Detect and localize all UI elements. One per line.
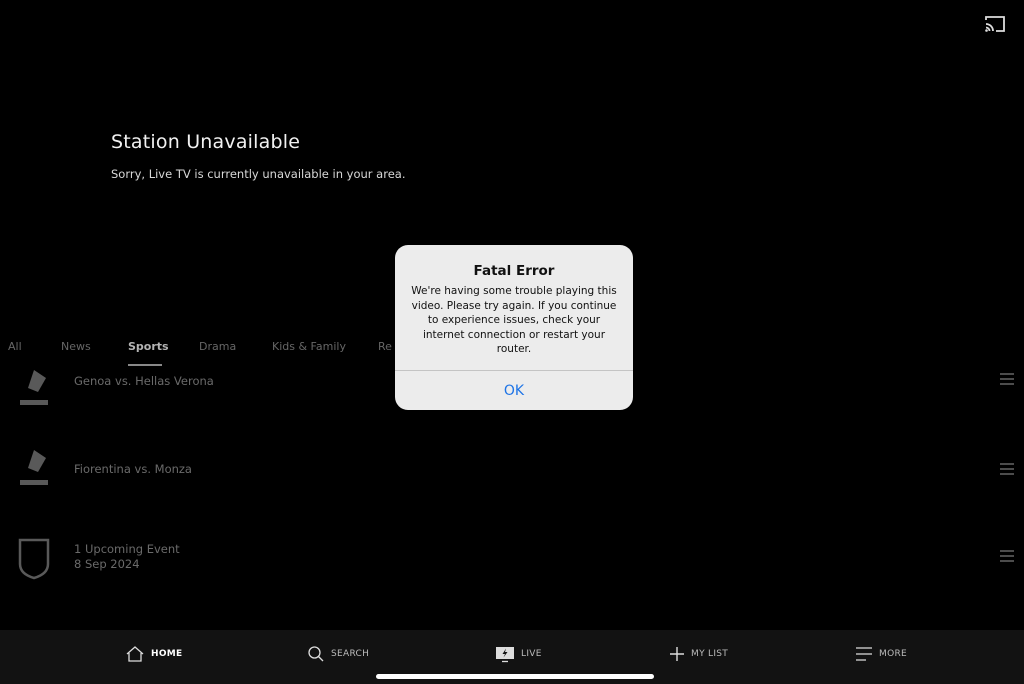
menu-lines-icon[interactable] [999,462,1015,476]
dialog-message: We're having some trouble playing this v… [411,285,617,355]
nav-more-label: MORE [879,649,907,659]
list-item[interactable]: 1 Upcoming Event 8 Sep 2024 [0,532,1024,592]
fatal-error-dialog: Fatal Error We're having some trouble pl… [395,245,633,410]
search-icon [308,646,324,662]
home-indicator[interactable] [376,674,654,679]
home-icon [126,646,144,662]
event-date: 8 Sep 2024 [74,557,140,571]
menu-icon [856,647,872,661]
nav-live-label: LIVE [521,649,542,659]
event-title: Fiorentina vs. Monza [74,462,192,476]
menu-lines-icon[interactable] [999,372,1015,386]
event-title: 1 Upcoming Event [74,542,180,556]
nav-more[interactable]: MORE [855,641,907,667]
nav-search[interactable]: SEARCH [307,641,369,667]
live-tv-icon [496,647,514,663]
menu-lines-icon[interactable] [999,549,1015,563]
nav-my-list[interactable]: MY LIST [669,641,728,667]
station-message: Sorry, Live TV is currently unavailable … [111,167,406,181]
nfl-icon [18,538,50,580]
nav-home[interactable]: HOME [125,641,183,667]
cast-button[interactable] [984,14,1006,34]
nav-search-label: SEARCH [331,649,370,659]
tab-sports[interactable]: Sports [128,340,169,353]
tab-more-categories[interactable]: Re [378,340,392,353]
nav-home-label: HOME [151,649,183,659]
serie-a-icon [20,450,48,485]
tab-kids-family[interactable]: Kids & Family [272,340,346,353]
cast-icon [985,16,1005,32]
plus-icon [670,647,684,661]
list-item[interactable]: Fiorentina vs. Monza [0,446,1024,506]
station-title: Station Unavailable [111,131,301,153]
serie-a-icon [20,370,48,405]
nav-my-list-label: MY LIST [691,649,729,659]
tab-news[interactable]: News [61,340,91,353]
tab-all[interactable]: All [8,340,22,353]
event-title: Genoa vs. Hellas Verona [74,374,214,388]
ok-button[interactable]: OK [395,371,633,410]
dialog-title: Fatal Error [473,263,555,279]
nav-live[interactable]: LIVE [495,641,542,667]
tab-drama[interactable]: Drama [199,340,236,353]
